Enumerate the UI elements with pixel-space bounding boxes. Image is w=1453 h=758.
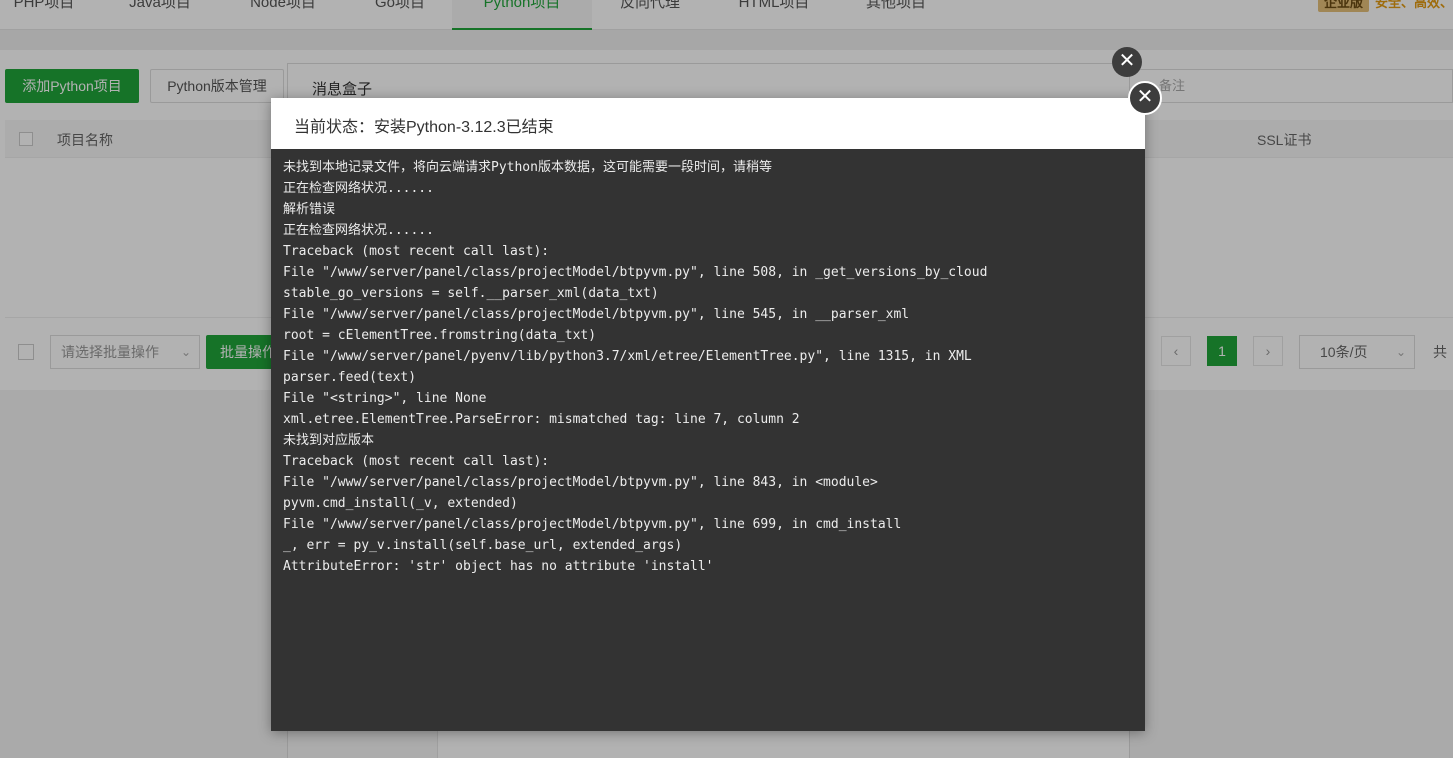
close-icon[interactable]: ✕ xyxy=(1128,81,1162,115)
log-line: 解析错误 xyxy=(283,202,336,217)
log-line: 未找到本地记录文件，将向云端请求Python版本数据，这可能需要一段时间，请稍等 xyxy=(283,160,772,175)
log-line: 正在检查网络状况...... xyxy=(283,181,434,196)
log-line: Traceback (most recent call last): xyxy=(283,244,550,259)
log-line: File "/www/server/panel/class/projectMod… xyxy=(283,265,988,280)
install-status: 当前状态：安装Python-3.12.3已结束 xyxy=(294,119,554,136)
log-line: File "<string>", line None xyxy=(283,391,487,406)
log-line: File "/www/server/panel/class/projectMod… xyxy=(283,475,878,490)
log-line: pyvm.cmd_install(_v, extended) xyxy=(283,496,518,511)
log-line: File "/www/server/panel/pyenv/lib/python… xyxy=(283,349,972,364)
log-line: xml.etree.ElementTree.ParseError: mismat… xyxy=(283,412,800,427)
log-line: root = cElementTree.fromstring(data_txt) xyxy=(283,328,597,343)
close-icon[interactable]: ✕ xyxy=(1112,47,1142,77)
install-log-dialog: 当前状态：安装Python-3.12.3已结束 未找到本地记录文件，将向云端请求… xyxy=(271,98,1145,731)
log-line: stable_go_versions = self.__parser_xml(d… xyxy=(283,286,659,301)
log-line: File "/www/server/panel/class/projectMod… xyxy=(283,517,902,532)
log-line: AttributeError: 'str' object has no attr… xyxy=(283,559,714,574)
log-line: _, err = py_v.install(self.base_url, ext… xyxy=(283,538,683,553)
log-line: File "/www/server/panel/class/projectMod… xyxy=(283,307,910,322)
log-line: parser.feed(text) xyxy=(283,370,417,385)
log-line: 未找到对应版本 xyxy=(283,433,375,448)
log-line: Traceback (most recent call last): xyxy=(283,454,550,469)
dialog-header: 当前状态：安装Python-3.12.3已结束 xyxy=(271,98,1145,149)
log-line: 正在检查网络状况...... xyxy=(283,223,434,238)
install-log-console[interactable]: 未找到本地记录文件，将向云端请求Python版本数据，这可能需要一段时间，请稍等… xyxy=(283,157,1133,717)
